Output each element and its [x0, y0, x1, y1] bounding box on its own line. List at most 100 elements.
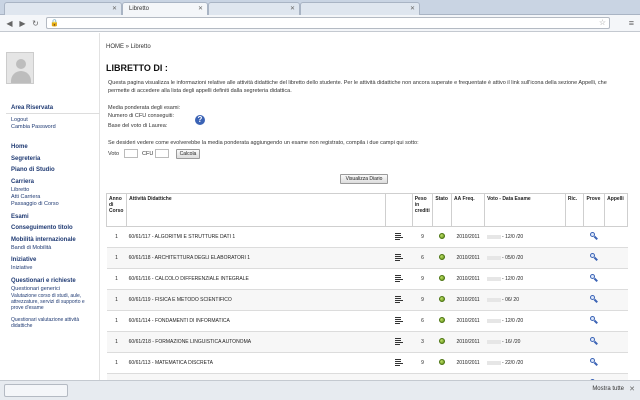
magnifier-icon[interactable]	[590, 274, 599, 282]
cell-attivita[interactable]: 60/61/117 - ALGORITMI E STRUTTURE DATI 1	[126, 226, 386, 248]
cell-prove[interactable]	[583, 289, 605, 311]
cell-stato	[432, 289, 452, 311]
cell-details[interactable]	[385, 310, 413, 332]
sidebar-item-esami[interactable]: Esami	[11, 214, 29, 220]
close-tab-icon[interactable]: ✕	[112, 3, 117, 15]
browser-tab-1[interactable]: ✕	[4, 2, 122, 15]
main-content: HOME » Libretto LIBRETTO DI : Questa pag…	[100, 33, 640, 400]
calcola-button[interactable]: Calcola	[176, 149, 200, 159]
visualizza-diario-button[interactable]: Visualizza Diario	[340, 174, 388, 184]
cell-appelli	[604, 352, 628, 374]
bookmark-star-icon[interactable]: ☆	[599, 18, 606, 27]
sidebar-item-cambia-password[interactable]: Cambia Password	[11, 124, 56, 130]
cell-prove[interactable]	[583, 331, 605, 353]
sidebar-item-segreteria[interactable]: Segreteria	[11, 156, 40, 162]
sidebar-item-iniziative[interactable]: Iniziative	[11, 257, 36, 263]
magnifier-icon[interactable]	[590, 295, 599, 303]
sidebar-item-logout[interactable]: Logout	[11, 117, 28, 123]
sidebar-item-libretto[interactable]: Libretto	[11, 187, 29, 193]
cell-anno: 1	[106, 352, 127, 374]
cell-anno: 1	[106, 247, 127, 269]
status-ok-icon	[439, 359, 446, 365]
sidebar-item-mobilita[interactable]: Mobilità internazionale	[11, 237, 76, 243]
back-arrow-icon[interactable]: ◀	[4, 18, 15, 29]
cfu-input-label: CFU	[142, 151, 154, 157]
cell-details[interactable]	[385, 268, 413, 290]
details-list-icon[interactable]	[394, 232, 403, 240]
sidebar-item-atti-carriera[interactable]: Atti Carriera	[11, 194, 40, 200]
cell-attivita[interactable]: 60/61/118 - ARCHITETTURA DEGLI ELABORATO…	[126, 247, 386, 269]
lock-icon: 🔒	[50, 20, 59, 27]
sidebar-item-bandi-mobilita[interactable]: Bandi di Mobilità	[11, 245, 51, 251]
forward-arrow-icon[interactable]: ▶	[17, 18, 28, 29]
cell-peso: 9	[412, 352, 433, 374]
close-tab-icon[interactable]: ✕	[410, 3, 415, 15]
cell-prove[interactable]	[583, 310, 605, 332]
cell-attivita[interactable]: 60/61/218 - FORMAZIONE LINGUISTICA AUTON…	[126, 331, 386, 353]
cell-details[interactable]	[385, 331, 413, 353]
magnifier-icon[interactable]	[590, 358, 599, 366]
cell-details[interactable]	[385, 247, 413, 269]
sidebar-item-conseguimento-titolo[interactable]: Conseguimento titolo	[11, 225, 73, 231]
browser-menu-icon[interactable]: ≡	[629, 18, 634, 28]
details-list-icon[interactable]	[394, 358, 403, 366]
sidebar-item-questionari-generici[interactable]: Questionari generici	[11, 286, 60, 292]
download-item[interactable]	[4, 384, 68, 397]
close-icon[interactable]: ✕	[629, 385, 635, 393]
col-stato: Stato	[432, 193, 453, 227]
details-list-icon[interactable]	[394, 295, 403, 303]
table-row: 1 60/61/114 - FONDAMENTI DI INFORMATICA 6 2…	[106, 310, 628, 332]
col-anno: Anno di Corso	[105, 193, 128, 227]
cell-details[interactable]	[385, 226, 413, 248]
cell-prove[interactable]	[583, 247, 605, 269]
close-tab-icon[interactable]: ✕	[290, 3, 295, 15]
sidebar-item-questionari-didattiche[interactable]: Questionari valutazione attività didatti…	[11, 317, 97, 329]
sidebar-item-carriera[interactable]: Carriera	[11, 179, 34, 185]
cell-prove[interactable]	[583, 352, 605, 374]
table-row: 1 60/61/118 - ARCHITETTURA DEGLI ELABORAT…	[106, 247, 628, 269]
sidebar-item-questionari[interactable]: Questionari e richieste	[11, 278, 76, 284]
cell-prove[interactable]	[583, 268, 605, 290]
cfu-input[interactable]	[155, 149, 169, 158]
sidebar-item-home[interactable]: Home	[11, 144, 28, 150]
details-list-icon[interactable]	[394, 316, 403, 324]
col-icons	[384, 193, 413, 227]
magnifier-icon[interactable]	[590, 232, 599, 240]
cell-details[interactable]	[385, 352, 413, 374]
sidebar-item-questionari-valutazione[interactable]: Valutazione corso di studi, aule, attrez…	[11, 293, 97, 311]
browser-tab-3[interactable]: ✕	[208, 2, 300, 15]
magnifier-icon[interactable]	[590, 316, 599, 324]
redacted-voto	[486, 276, 501, 281]
cell-stato	[432, 247, 452, 269]
details-list-icon[interactable]	[394, 274, 403, 282]
cell-stato	[432, 352, 452, 374]
col-attivita: Attività Didattiche	[126, 193, 386, 227]
help-icon[interactable]: ?	[195, 115, 205, 125]
cell-stato	[432, 310, 452, 332]
voto-input[interactable]	[124, 149, 138, 158]
sidebar-item-iniziative-sub[interactable]: Iniziative	[11, 265, 32, 271]
browser-tab-libretto[interactable]: Libretto ✕	[122, 2, 208, 15]
details-list-icon[interactable]	[394, 253, 403, 261]
magnifier-icon[interactable]	[590, 253, 599, 261]
cell-attivita[interactable]: 60/61/114 - FONDAMENTI DI INFORMATICA	[126, 310, 386, 332]
cell-aa: 2010/2011	[451, 247, 485, 269]
address-bar[interactable]: 🔒 ☆	[46, 17, 610, 29]
show-all-downloads-link[interactable]: Mostra tutte	[592, 386, 624, 392]
cell-prove[interactable]	[583, 226, 605, 248]
sidebar-item-passaggio-corso[interactable]: Passaggio di Corso	[11, 201, 59, 207]
cell-attivita[interactable]: 60/61/116 - CALCOLO DIFFERENZIALE INTEGR…	[126, 268, 386, 290]
browser-tab-4[interactable]: ✕	[300, 2, 420, 15]
cell-attivita[interactable]: 60/61/119 - FISICA E METODO SCIENTIFICO	[126, 289, 386, 311]
cell-voto: - 12/0 /20	[484, 310, 566, 332]
magnifier-icon[interactable]	[590, 337, 599, 345]
redacted-voto	[486, 318, 501, 323]
sidebar-item-piano-studio[interactable]: Piano di Studio	[11, 167, 55, 173]
status-ok-icon	[439, 296, 446, 302]
tab-label: Libretto	[129, 6, 150, 12]
cell-details[interactable]	[385, 289, 413, 311]
reload-icon[interactable]: ↻	[30, 18, 41, 29]
close-tab-icon[interactable]: ✕	[198, 3, 203, 15]
details-list-icon[interactable]	[394, 337, 403, 345]
cell-attivita[interactable]: 60/61/113 - MATEMATICA DISCRETA	[126, 352, 386, 374]
